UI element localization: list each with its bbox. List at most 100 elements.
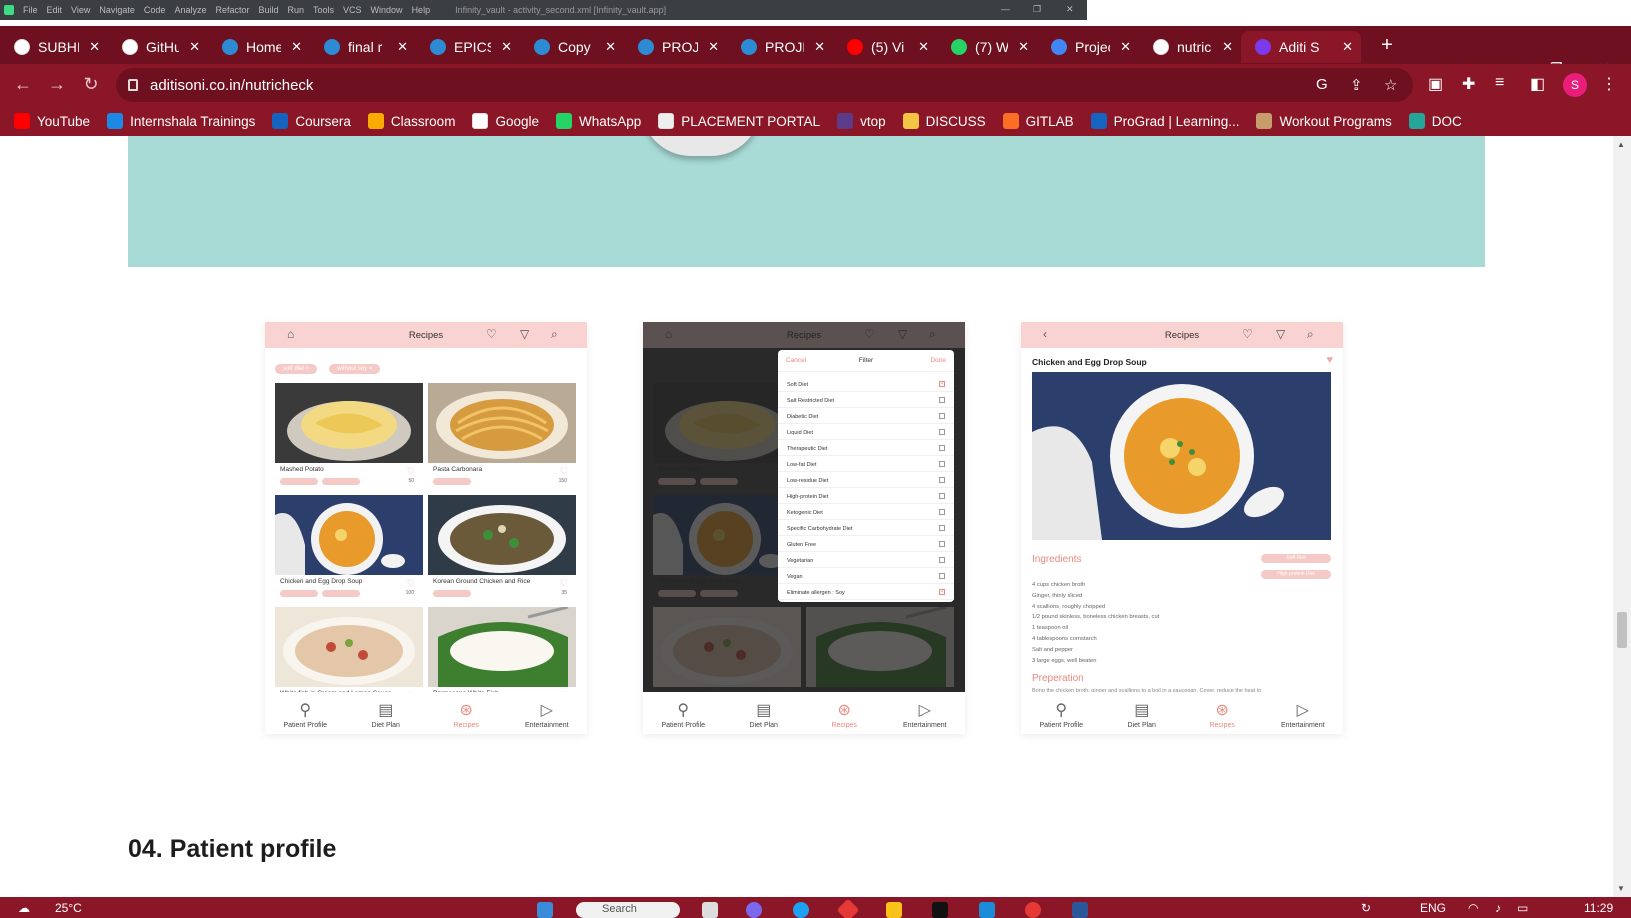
ide-close-icon[interactable]: ✕ [1066,4,1074,15]
browser-tab[interactable]: EPICS ✕ [416,31,520,63]
bookmark-item[interactable]: Internshala Trainings [107,113,255,129]
media-icon[interactable]: ≡ [1495,74,1504,92]
filter-option-label: Gluten Free [787,542,817,548]
browser-tab[interactable]: final r ✕ [310,31,416,63]
tab-close-icon[interactable]: ✕ [1018,39,1029,55]
bookmark-label: DISCUSS [925,113,986,129]
weather-icon[interactable]: ☁ [18,901,30,915]
ide-menu-item[interactable]: Edit [47,5,63,15]
ide-menu-item[interactable]: Tools [313,5,334,15]
new-tab-button[interactable]: + [1375,34,1399,57]
bookmark-item[interactable]: Coursera [272,113,351,129]
forward-icon[interactable]: → [46,74,68,95]
bookmark-item[interactable]: WhatsApp [555,113,641,129]
ide-menu-item[interactable]: Analyze [174,5,206,15]
tab-close-icon[interactable]: ✕ [605,39,616,55]
bookmark-star-icon[interactable]: ☆ [1384,76,1397,94]
google-lens-icon[interactable]: G [1316,76,1328,93]
browser-tab[interactable]: (7) Wh ✕ [937,31,1037,63]
battery-icon[interactable]: ▭ [1517,901,1528,915]
bookmark-item[interactable]: GITLAB [1002,113,1074,129]
tab-close-icon[interactable]: ✕ [501,39,512,55]
scroll-down-icon[interactable]: ▼ [1617,884,1625,893]
tab-close-icon[interactable]: ✕ [814,39,825,55]
tab-close-icon[interactable]: ✕ [1342,39,1353,55]
recipe-photo [275,383,423,463]
scroll-thumb[interactable] [1617,612,1627,648]
tab-close-icon[interactable]: ✕ [1222,39,1233,55]
ide-menu-item[interactable]: Refactor [215,5,249,15]
prime-icon[interactable] [979,902,995,918]
bookmark-item[interactable]: Classroom [367,113,455,129]
language-indicator[interactable]: ENG [1420,901,1446,915]
clock[interactable]: 11:29 [1584,901,1613,915]
browser-tab[interactable]: Copy ✕ [520,31,624,63]
bookmark-item[interactable]: Workout Programs [1256,113,1392,129]
share-icon[interactable]: ⇪ [1350,76,1363,94]
browser-tab[interactable]: PROJE ✕ [624,31,727,63]
bookmark-item[interactable]: ProGrad | Learning... [1090,113,1239,129]
files-icon[interactable] [702,902,718,918]
browser-tab[interactable]: PROJE ✕ [727,31,833,63]
tab-close-icon[interactable]: ✕ [291,39,302,55]
ide-menu-item[interactable]: File [23,5,38,15]
taskbar-search[interactable]: Search [576,902,680,918]
folder-icon[interactable] [886,902,902,918]
browser-tab[interactable]: Projec ✕ [1037,31,1139,63]
canva-icon [534,39,550,55]
ide-maximize-icon[interactable]: ❐ [1033,4,1041,15]
edge-icon[interactable] [793,902,809,918]
tab-close-icon[interactable]: ✕ [397,39,408,55]
scroll-up-icon[interactable]: ▲ [1617,140,1625,149]
volume-icon[interactable]: ♪ [1495,901,1501,915]
browser-tab[interactable]: Home ✕ [208,31,310,63]
reload-icon[interactable]: ↻ [80,74,102,95]
menu-icon[interactable]: ⋮ [1601,74,1617,94]
ide-menu-item[interactable]: Window [371,5,403,15]
browser-tab[interactable]: GitHub ✕ [108,31,208,63]
play-icon: ▷ [918,701,931,719]
recipe-book-icon: ⊛ [837,701,851,719]
tab-close-icon[interactable]: ✕ [708,39,719,55]
wifi-icon[interactable]: ◠ [1468,901,1478,915]
browser-tab[interactable]: Aditi S ✕ [1241,31,1361,63]
bookmark-item[interactable]: YouTube [14,113,90,129]
tab-close-icon[interactable]: ✕ [1120,39,1131,55]
refresh-tray-icon[interactable]: ↻ [1361,901,1371,915]
ide-menu-item[interactable]: VCS [343,5,362,15]
ide-menu-item[interactable]: Build [258,5,278,15]
chrome-icon[interactable] [1025,902,1041,918]
bookmark-item[interactable]: PLACEMENT PORTAL [658,113,820,129]
back-icon[interactable]: ← [12,74,34,95]
ide-menu-item[interactable]: Run [288,5,305,15]
scrollbar[interactable]: ▲ ▼ [1613,136,1631,897]
ide-menu-item[interactable]: Code [144,5,166,15]
ide-menu-item[interactable]: View [71,5,90,15]
app-icon[interactable] [836,898,860,918]
word-icon[interactable] [1072,902,1088,918]
start-icon[interactable] [537,902,553,918]
puzzle-icon[interactable]: ✚ [1462,74,1475,94]
browser-tab[interactable]: SUBHI ✕ [0,31,108,63]
address-bar[interactable]: aditisoni.co.in/nutricheck G ⇪ ☆ [116,68,1413,102]
bookmark-item[interactable]: DOC [1408,113,1462,129]
ide-menu-item[interactable]: Navigate [99,5,135,15]
browser-tab[interactable]: nutricl ✕ [1139,31,1241,63]
tab-close-icon[interactable]: ✕ [89,39,100,55]
tab-close-icon[interactable]: ✕ [189,39,200,55]
bookmark-item[interactable]: vtop [837,113,886,129]
extension-icon[interactable]: ▣ [1428,74,1443,94]
browser-tab[interactable]: (5) Vi ✕ [833,31,937,63]
ide-minimize-icon[interactable]: — [1001,4,1010,14]
ide-menu-item[interactable]: Help [412,5,431,15]
netflix-icon[interactable] [932,902,948,918]
pot-image [641,136,761,156]
sidepanel-icon[interactable]: ◧ [1530,74,1545,94]
teams-icon[interactable] [746,902,762,918]
bookmark-item[interactable]: DISCUSS [902,113,986,129]
bookmark-item[interactable]: Google [472,113,539,129]
tab-close-icon[interactable]: ✕ [918,39,929,55]
weather-temp[interactable]: 25°C [55,901,82,915]
url-text: aditisoni.co.in/nutricheck [150,76,314,94]
profile-avatar[interactable]: S [1563,73,1587,97]
